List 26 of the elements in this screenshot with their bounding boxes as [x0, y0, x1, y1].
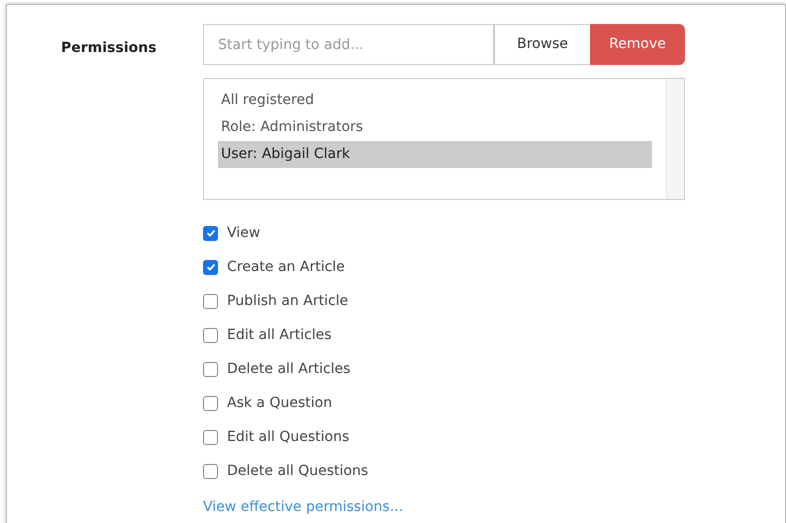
- remove-button[interactable]: Remove: [590, 24, 685, 65]
- checkbox[interactable]: [203, 430, 218, 444]
- checkbox-label: Create an Article: [227, 258, 345, 276]
- checkbox-label: Publish an Article: [227, 292, 348, 310]
- list-item[interactable]: User: Abigail Clark: [218, 141, 652, 168]
- check-icon: [206, 262, 216, 272]
- check-icon: [206, 228, 216, 238]
- field-label: Permissions: [61, 40, 156, 56]
- checkbox-label: Edit all Articles: [227, 326, 332, 344]
- checkbox-label: Delete all Questions: [227, 462, 368, 480]
- scrollbar[interactable]: [666, 79, 684, 199]
- browse-button[interactable]: Browse: [494, 24, 590, 65]
- checkbox[interactable]: [203, 464, 218, 478]
- checkbox[interactable]: [203, 328, 218, 342]
- list-item[interactable]: Role: Administrators: [218, 114, 652, 141]
- checkbox[interactable]: [203, 362, 218, 376]
- checkbox-label: Ask a Question: [227, 394, 332, 412]
- checkbox[interactable]: [203, 396, 218, 410]
- list-item[interactable]: All registered: [218, 87, 652, 114]
- checkbox-label: Delete all Articles: [227, 360, 350, 378]
- checkbox[interactable]: [203, 226, 218, 240]
- search-field[interactable]: Start typing to add...: [203, 24, 494, 65]
- checkbox[interactable]: [203, 294, 218, 308]
- checkbox-label: Edit all Questions: [227, 428, 350, 446]
- checkbox[interactable]: [203, 260, 218, 274]
- checkbox-label: View: [227, 224, 260, 242]
